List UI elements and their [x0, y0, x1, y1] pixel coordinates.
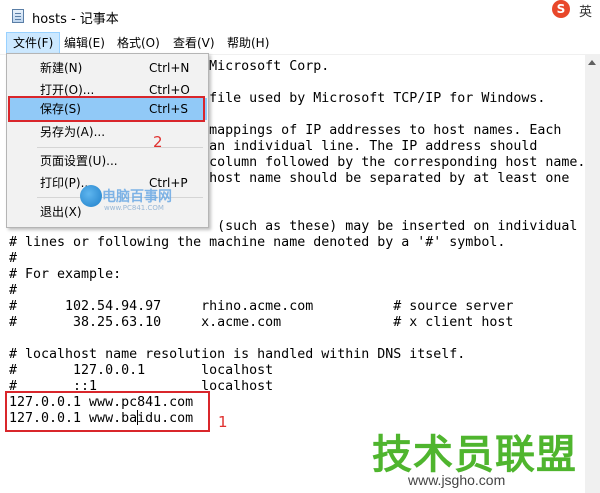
menu-format[interactable]: 格式(O)	[111, 32, 166, 54]
menu-item-label: 另存为(A)...	[40, 125, 106, 139]
scroll-up-arrow-icon[interactable]	[588, 60, 596, 65]
menu-item-save-as[interactable]: 另存为(A)...	[8, 121, 207, 143]
watermark-url: www.PC841.COM	[104, 204, 164, 212]
editor-line: #	[9, 283, 18, 298]
editor-line: # 38.25.63.10 x.acme.com # x client host	[9, 315, 514, 330]
ime-language-label[interactable]: 英	[579, 1, 592, 20]
editor-line: # localhost name resolution is handled w…	[9, 347, 466, 362]
annotation-number-2: 2	[153, 133, 163, 151]
menu-edit[interactable]: 编辑(E)	[58, 32, 111, 54]
notepad-icon	[12, 9, 24, 23]
title-bar: hosts - 记事本 S 英	[0, 0, 600, 32]
watermark-url: www.jsgho.com	[408, 472, 506, 488]
watermark-brand: 电脑百事网	[102, 189, 172, 205]
menu-file[interactable]: 文件(F)	[6, 32, 61, 54]
menu-help[interactable]: 帮助(H)	[221, 32, 275, 54]
menu-item-label: 页面设置(U)...	[40, 154, 118, 168]
menu-item-shortcut: Ctrl+N	[149, 61, 190, 75]
editor-line: # For example:	[9, 267, 122, 282]
menu-separator	[37, 147, 203, 148]
editor-line: # lines or following the machine name de…	[9, 235, 506, 250]
ime-logo-icon[interactable]: S	[552, 0, 570, 18]
menu-item-page-setup[interactable]: 页面设置(U)...	[8, 150, 207, 172]
editor-line: # 102.54.94.97 rhino.acme.com # source s…	[9, 299, 514, 314]
menu-view[interactable]: 查看(V)	[167, 32, 221, 54]
vertical-scrollbar[interactable]	[585, 55, 600, 493]
pc841-logo-icon	[80, 185, 102, 207]
menu-item-new[interactable]: 新建(N) Ctrl+N	[8, 57, 207, 79]
save-highlight-box	[8, 96, 205, 122]
jsgho-watermark: 技术员联盟 www.jsgho.com	[372, 422, 577, 488]
annotation-number-1: 1	[218, 413, 228, 431]
editor-line: #	[9, 251, 18, 266]
editor-line: # 127.0.0.1 localhost	[9, 363, 274, 378]
menu-item-label: 新建(N)	[40, 61, 83, 75]
menu-item-label: 退出(X)	[40, 205, 82, 219]
hosts-entries-highlight-box	[5, 391, 210, 432]
menu-bar: 文件(F) 编辑(E) 格式(O) 查看(V) 帮助(H)	[0, 32, 600, 55]
window-title: hosts - 记事本	[32, 12, 119, 27]
